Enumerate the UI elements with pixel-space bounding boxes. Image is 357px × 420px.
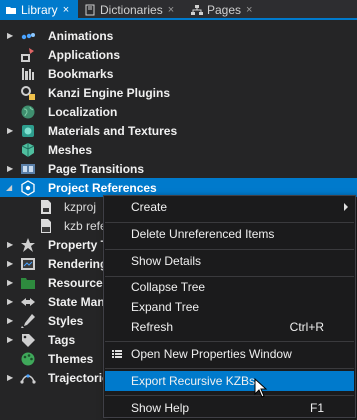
menu-item-label: Export Recursive KZBs xyxy=(131,374,256,388)
dictionary-icon xyxy=(85,4,95,16)
property-types-icon xyxy=(21,237,35,252)
styles-icon xyxy=(21,313,35,328)
menu-item-create[interactable]: Create xyxy=(105,197,354,217)
menu-item-label: Refresh xyxy=(131,320,174,334)
expand-arrow-icon[interactable]: ▶ xyxy=(7,240,15,249)
tree-item-label: Themes xyxy=(48,351,94,366)
plugins-icon xyxy=(21,85,35,100)
expand-arrow-icon[interactable]: ▶ xyxy=(7,259,15,268)
resource-files-icon xyxy=(21,277,35,289)
menu-item-label: Collapse Tree xyxy=(131,280,206,294)
tree-item-localization[interactable]: Localization xyxy=(0,102,357,121)
tree-item-label: Bookmarks xyxy=(48,66,114,81)
mouse-cursor-icon xyxy=(254,378,268,398)
menu-item-refresh[interactable]: Refresh Ctrl+R xyxy=(105,317,354,337)
expand-arrow-icon[interactable]: ▶ xyxy=(7,373,15,382)
context-menu: Create Delete Unreferenced Items Show De… xyxy=(103,195,356,418)
folder-icon xyxy=(6,7,16,14)
tree-item-label: kzproj xyxy=(64,199,97,214)
tab-pages-close-icon[interactable]: × xyxy=(246,4,252,16)
menu-item-label: Open New Properties Window xyxy=(131,347,292,361)
project-references-icon xyxy=(21,179,35,196)
themes-icon xyxy=(21,352,35,365)
page-transitions-icon xyxy=(21,163,35,174)
bookmarks-icon xyxy=(22,67,34,80)
tree-item-label: Trajectorie xyxy=(48,370,109,385)
menu-item-label: Show Help xyxy=(131,401,190,415)
menu-item-label: Delete Unreferenced Items xyxy=(131,227,275,241)
tree-item-applications[interactable]: Applications xyxy=(0,45,357,64)
menu-separator xyxy=(105,249,354,250)
expand-arrow-icon[interactable]: ▶ xyxy=(7,31,15,40)
collapse-arrow-icon[interactable]: ◢ xyxy=(6,184,14,192)
tab-dictionaries-close-icon[interactable]: × xyxy=(168,4,174,16)
tab-pages[interactable]: Pages × xyxy=(186,0,261,20)
materials-icon xyxy=(22,124,34,137)
tree-item-label: Property T xyxy=(48,237,109,252)
tags-icon xyxy=(22,333,35,347)
menu-item-expand-tree[interactable]: Expand Tree xyxy=(105,297,354,317)
menu-item-shortcut: F1 xyxy=(309,401,324,415)
kzb-file-icon xyxy=(41,218,51,233)
meshes-icon xyxy=(21,142,35,157)
tree-item-label: Materials and Textures xyxy=(48,123,178,138)
menu-separator xyxy=(105,222,354,223)
tab-library-close-icon[interactable]: × xyxy=(63,4,69,16)
tree-item-meshes[interactable]: Meshes xyxy=(0,140,357,159)
tab-library-label: Library xyxy=(21,3,58,17)
tab-dictionaries[interactable]: Dictionaries × xyxy=(79,0,181,20)
tree-item-bookmarks[interactable]: Bookmarks xyxy=(0,64,357,83)
tree-item-label: Meshes xyxy=(48,142,93,157)
expand-arrow-icon[interactable]: ▶ xyxy=(7,335,15,344)
state-managers-icon xyxy=(21,297,35,306)
applications-icon xyxy=(21,47,34,62)
tree-item-page-transitions[interactable]: ▶ Page Transitions xyxy=(0,159,357,178)
kzproj-file-icon xyxy=(41,199,51,214)
expand-arrow-icon[interactable]: ▶ xyxy=(7,297,15,306)
menu-item-shortcut: Ctrl+R xyxy=(289,320,324,334)
tree-item-label: Rendering xyxy=(48,256,108,271)
menu-separator xyxy=(105,368,354,369)
menu-item-label: Create xyxy=(131,200,168,214)
tree-item-kanzi-engine-plugins[interactable]: Kanzi Engine Plugins xyxy=(0,83,357,102)
menu-separator xyxy=(105,341,354,342)
globe-icon xyxy=(21,105,35,118)
menu-item-show-details[interactable]: Show Details xyxy=(105,251,354,271)
tree-item-label: Page Transitions xyxy=(48,161,145,176)
expand-arrow-icon[interactable]: ▶ xyxy=(7,126,15,135)
panel-tab-bar: Library × Dictionaries × Pages × xyxy=(0,0,357,20)
menu-separator xyxy=(105,395,354,396)
menu-item-label: Show Details xyxy=(131,254,202,268)
tree-item-label: Applications xyxy=(48,47,121,62)
menu-item-delete-unreferenced-items[interactable]: Delete Unreferenced Items xyxy=(105,224,354,244)
tree-item-label: Styles xyxy=(48,313,84,328)
tab-pages-label: Pages xyxy=(207,3,242,17)
tree-item-label: State Man xyxy=(48,294,105,309)
menu-item-open-new-properties-window[interactable]: Open New Properties Window xyxy=(105,344,354,364)
menu-item-collapse-tree[interactable]: Collapse Tree xyxy=(105,277,354,297)
tree-item-label: Localization xyxy=(48,104,118,119)
properties-window-icon xyxy=(112,350,122,358)
tab-library[interactable]: Library × xyxy=(0,0,78,20)
tree-item-materials-and-textures[interactable]: ▶ Materials and Textures xyxy=(0,121,357,140)
menu-item-show-help[interactable]: Show Help F1 xyxy=(105,398,354,418)
tab-dictionaries-label: Dictionaries xyxy=(100,3,163,17)
expand-arrow-icon[interactable]: ▶ xyxy=(7,278,15,287)
tree-item-label: Project References xyxy=(48,180,157,195)
pages-icon xyxy=(191,5,203,15)
expand-arrow-icon[interactable]: ▶ xyxy=(7,316,15,325)
tree-item-animations[interactable]: ▶ Animations xyxy=(0,26,357,45)
animation-icon xyxy=(21,32,35,39)
menu-item-label: Expand Tree xyxy=(131,300,200,314)
expand-arrow-icon[interactable]: ▶ xyxy=(7,164,15,173)
tree-item-label: Kanzi Engine Plugins xyxy=(48,85,171,100)
tree-item-label: Resource xyxy=(48,275,103,290)
submenu-arrow-icon xyxy=(344,203,348,211)
tree-item-label: Animations xyxy=(48,28,114,43)
tree-item-label: kzb refe xyxy=(64,218,107,233)
trajectories-icon xyxy=(20,373,36,384)
menu-item-export-recursive-kzbs[interactable]: Export Recursive KZBs xyxy=(105,371,354,391)
tree-item-label: Tags xyxy=(48,332,76,347)
rendering-icon xyxy=(21,257,35,270)
